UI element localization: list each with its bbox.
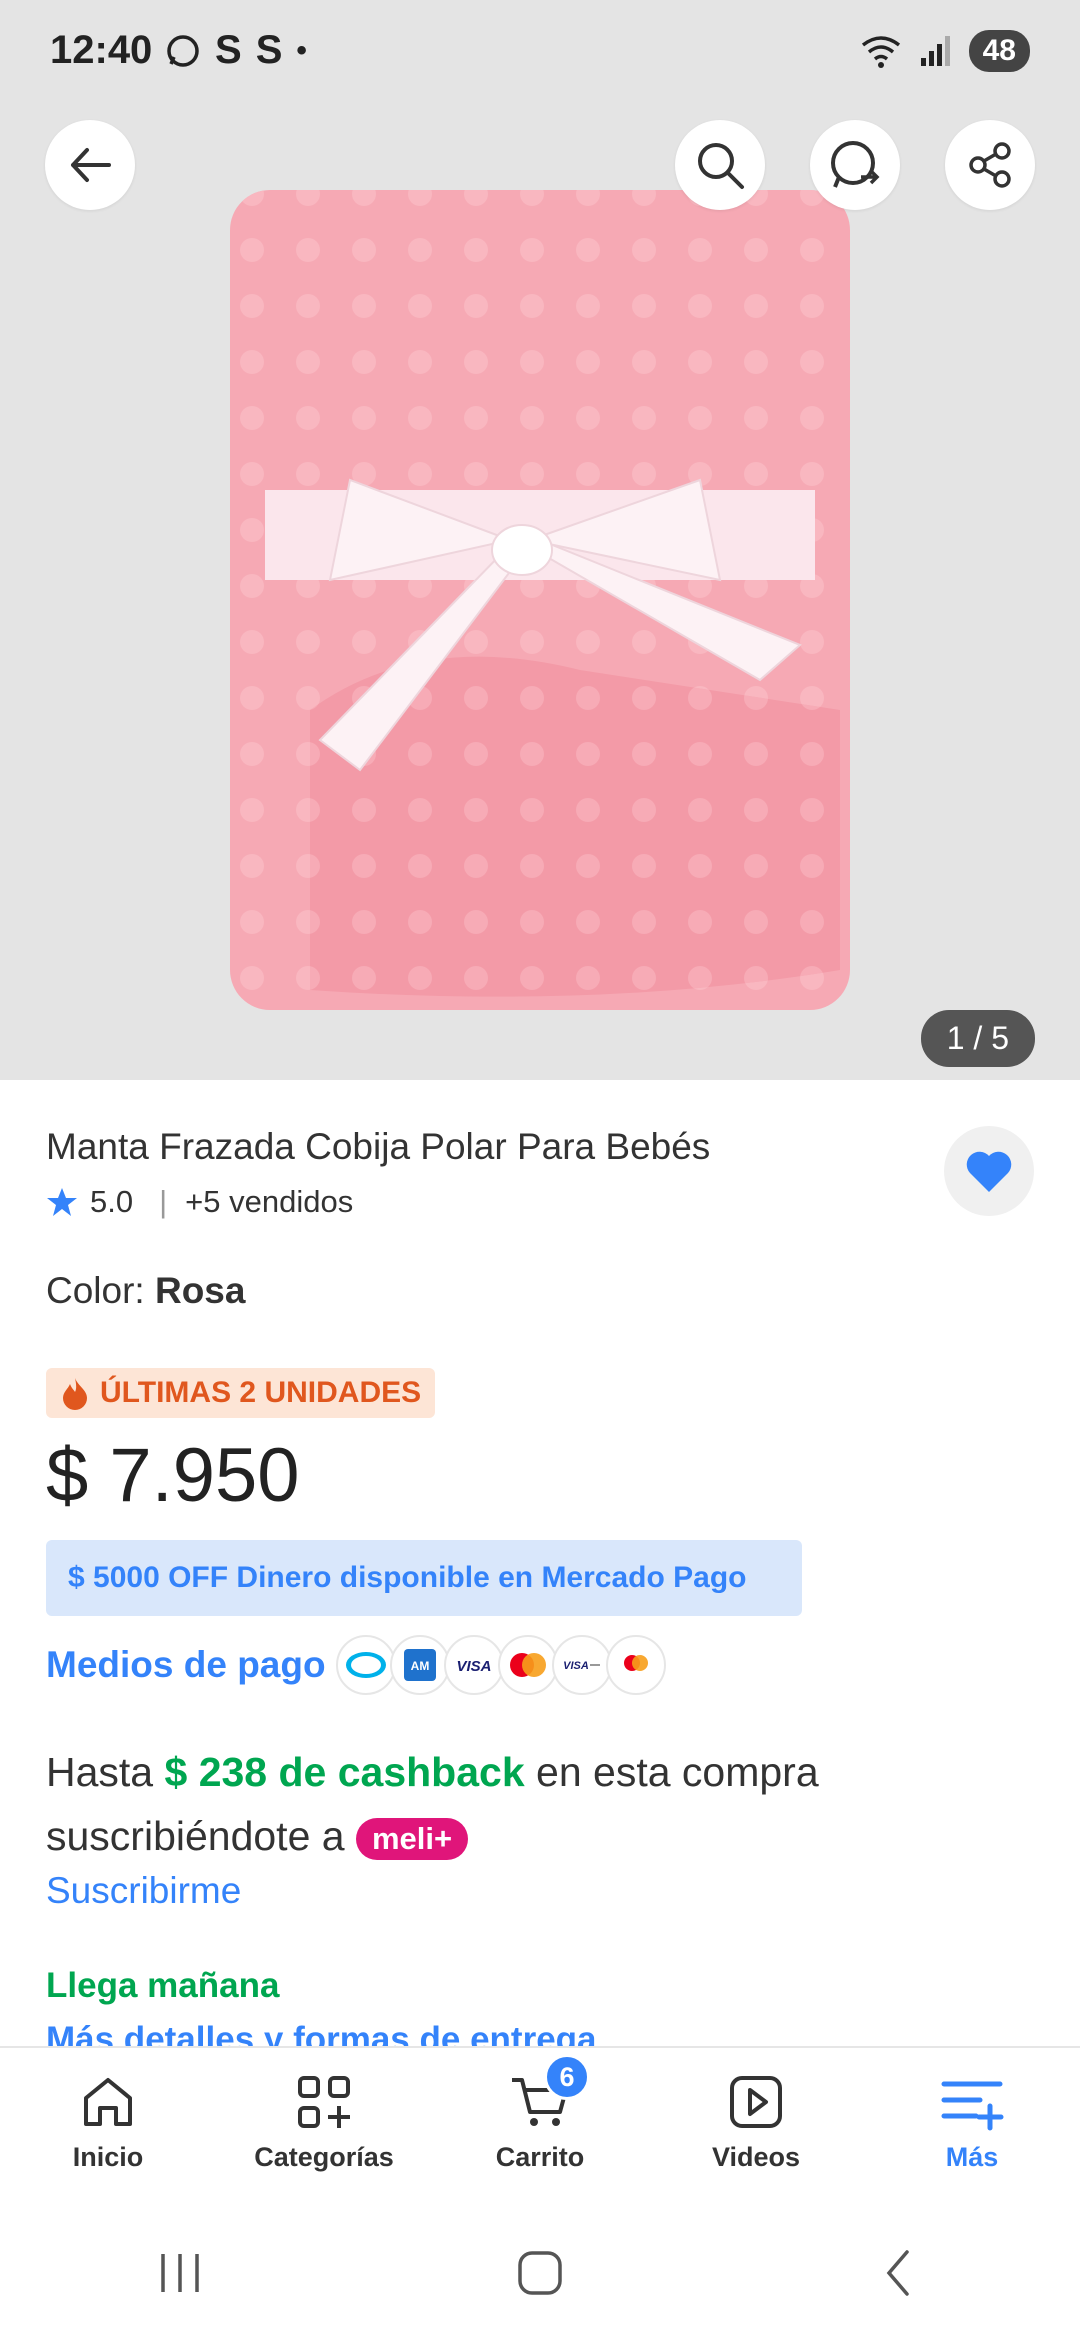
nav-item-carrito[interactable]: 6 Carrito [432, 2048, 648, 2208]
svg-text:VISA: VISA [456, 1658, 491, 1675]
notification-icons: S S • [165, 28, 307, 73]
color-label: Color: [46, 1270, 155, 1311]
price: $ 7.950 [46, 1433, 300, 1518]
home-icon [84, 2078, 132, 2126]
product-title: Manta Frazada Cobija Polar Para Bebés [46, 1126, 711, 1167]
color-selector[interactable]: Color: Rosa [46, 1270, 245, 1312]
status-time: 12:40 [50, 28, 153, 72]
payment-logos: AM VISA VISA [335, 1635, 666, 1695]
favorite-button[interactable] [944, 1126, 1034, 1216]
nav-item-categorias[interactable]: Categorías [216, 2048, 432, 2208]
payment-methods-row[interactable]: Medios de pago AM VISA VISA [46, 1635, 666, 1695]
meli-plus-badge: meli+ [355, 1818, 469, 1861]
whatsapp-share-button[interactable] [810, 120, 900, 210]
visa-logo: VISA [443, 1635, 504, 1695]
share-icon [969, 142, 1011, 188]
cashback-line2: suscribiéndote a [46, 1813, 356, 1859]
heart-icon [966, 1151, 1012, 1192]
search-button[interactable] [675, 120, 765, 210]
menu-plus-icon [941, 2081, 1004, 2131]
nav-label-categorias: Categorías [254, 2142, 394, 2172]
delivery-estimate: Llega mañana [46, 1966, 280, 2005]
back-button[interactable] [45, 120, 135, 210]
whatsapp-share-icon [831, 141, 880, 188]
delivery-details-link[interactable]: Más detalles y formas de entrega [46, 2020, 597, 2046]
product-image-gallery[interactable]: 1 / 5 [0, 110, 1080, 1080]
system-navigation [0, 2206, 1080, 2340]
cashback-amount: $ 238 de cashback [164, 1749, 525, 1795]
urgency-badge: ÚLTIMAS 2 UNIDADES [46, 1368, 436, 1418]
arrow-left-icon [71, 148, 111, 182]
cart-badge: 6 [544, 2054, 590, 2100]
battery-indicator: 48 [968, 30, 1030, 72]
home-button-icon[interactable] [515, 2248, 565, 2298]
image-counter: 1 / 5 [920, 1010, 1035, 1067]
mercado-pago-logo [335, 1635, 396, 1695]
nav-label-carrito: Carrito [495, 2142, 585, 2172]
nav-label-mas: Más [945, 2142, 999, 2172]
back-nav-icon[interactable] [875, 2248, 925, 2298]
svg-text:VISA: VISA [563, 1660, 589, 1672]
urgency-text: ÚLTIMAS 2 UNIDADES [100, 1376, 422, 1409]
cashback-suffix: en esta compra [524, 1749, 819, 1795]
cashback-prefix: Hasta [46, 1749, 165, 1795]
play-icon [730, 2076, 782, 2128]
sold-count: +5 vendidos [185, 1184, 354, 1219]
whatsapp-icon [167, 34, 199, 67]
amex-logo: AM [389, 1635, 450, 1695]
s-app-icon-2: S [255, 28, 283, 72]
s-app-icon: S [215, 28, 242, 72]
dot-icon: • [296, 33, 307, 67]
search-icon [698, 143, 744, 189]
status-bar: 12:40 S S • 48 [0, 0, 1080, 110]
color-value: Rosa [154, 1270, 246, 1311]
wifi-icon [861, 36, 900, 68]
rating-value: 5.0 [90, 1184, 134, 1219]
nav-label-inicio: Inicio [72, 2142, 144, 2172]
signal-icon [920, 36, 950, 66]
flame-icon [63, 1378, 87, 1410]
cashback-info: Hasta $ 238 de cashback en esta compra s… [46, 1740, 1036, 1868]
categories-icon [298, 2076, 350, 2128]
nav-item-videos[interactable]: Videos [648, 2048, 864, 2208]
recent-apps-icon[interactable] [155, 2248, 205, 2298]
nav-item-mas[interactable]: Más [864, 2048, 1080, 2208]
rating-separator: | [159, 1184, 168, 1219]
nav-item-inicio[interactable]: Inicio [0, 2048, 216, 2208]
payment-methods-link[interactable]: Medios de pago [46, 1644, 326, 1686]
promo-banner[interactable]: $ 5000 OFF Dinero disponible en Mercado … [46, 1540, 802, 1616]
visa-debit-logo: VISA [551, 1635, 612, 1695]
battery-level: 48 [982, 34, 1016, 67]
nav-label-videos: Videos [711, 2142, 801, 2172]
promo-text: $ 5000 OFF Dinero disponible en Mercado … [68, 1561, 747, 1594]
mastercard-logo [497, 1635, 558, 1695]
subscribe-link[interactable]: Suscribirme [46, 1870, 241, 1912]
bottom-navigation: Inicio Categorías 6 Carrito Videos Más [0, 2046, 1080, 2208]
share-button[interactable] [945, 120, 1035, 210]
rating-row[interactable]: 5.0 | +5 vendidos [46, 1184, 353, 1220]
svg-text:AM: AM [410, 1659, 429, 1673]
star-icon [47, 1188, 77, 1216]
status-right: 48 [859, 30, 1030, 72]
product-image [230, 190, 850, 1010]
mastercard-debit-logo [605, 1635, 666, 1695]
